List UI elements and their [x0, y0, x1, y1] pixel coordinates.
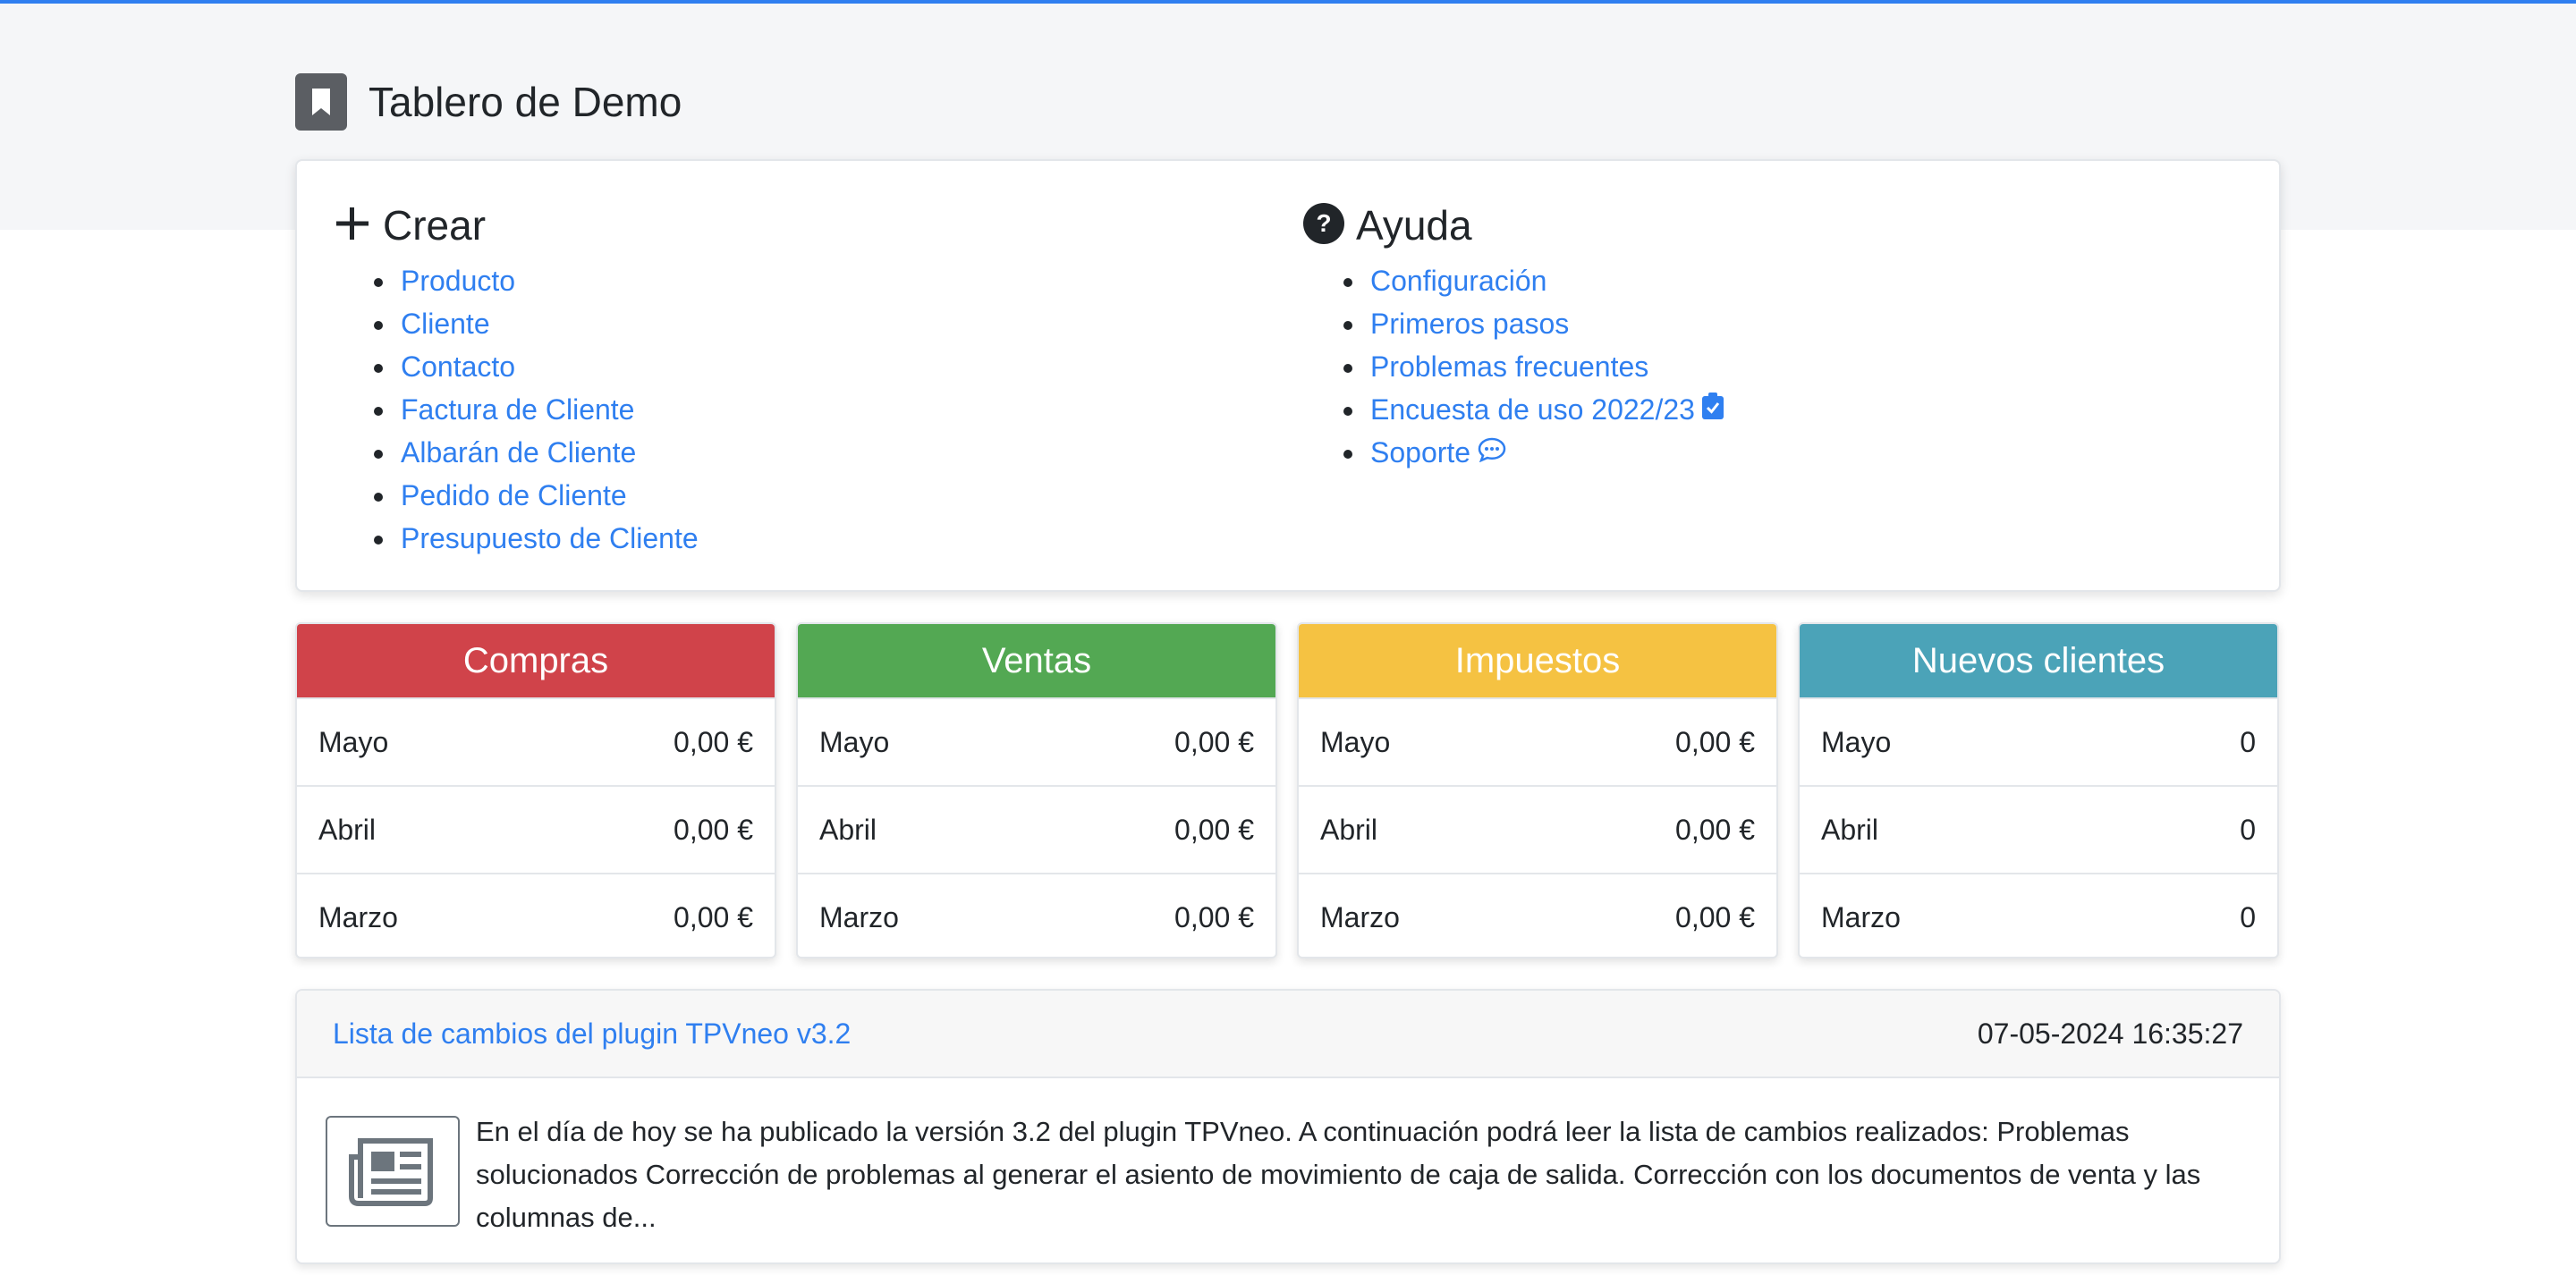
count-value: 0 — [2240, 900, 2256, 933]
ayuda-title: Ayuda — [1356, 202, 1472, 249]
list-item: Contacto — [374, 345, 699, 388]
page-header: Tablero de Demo — [295, 73, 682, 131]
month-label: Mayo — [819, 725, 890, 758]
quick-links-card: Crear Producto Cliente Contacto Factura … — [295, 159, 2281, 592]
newspaper-icon — [326, 1116, 460, 1227]
list-item: Problemas frecuentes — [1343, 345, 1724, 388]
link-producto[interactable]: Producto — [401, 265, 515, 297]
link-presupuesto-cliente[interactable]: Presupuesto de Cliente — [401, 522, 699, 554]
table-row: Mayo 0,00 € — [1299, 697, 1776, 785]
table-row: Abril 0,00 € — [297, 785, 775, 873]
list-item: Configuración — [1343, 259, 1724, 302]
link-problemas-frecuentes[interactable]: Problemas frecuentes — [1370, 350, 1648, 383]
crear-list: Producto Cliente Contacto Factura de Cli… — [333, 259, 699, 560]
month-label: Abril — [318, 813, 377, 846]
ayuda-section: ? Ayuda Configuración Primeros pasos Pro… — [1302, 200, 1724, 474]
list-item: Cliente — [374, 302, 699, 345]
crear-section: Crear Producto Cliente Contacto Factura … — [333, 200, 699, 560]
ayuda-header: ? Ayuda — [1302, 200, 1724, 250]
news-card: Lista de cambios del plugin TPVneo v3.2 … — [295, 989, 2281, 1264]
list-item: Soporte — [1343, 431, 1724, 474]
nuevos-clientes-card: Nuevos clientes Mayo 0 Abril 0 Marzo 0 — [1798, 622, 2279, 958]
link-primeros-pasos[interactable]: Primeros pasos — [1370, 308, 1569, 340]
list-item: Encuesta de uso 2022/23 — [1343, 388, 1724, 431]
link-soporte[interactable]: Soporte — [1370, 436, 1506, 469]
link-albaran-cliente[interactable]: Albarán de Cliente — [401, 436, 636, 469]
amount-value: 0,00 € — [674, 900, 753, 933]
count-value: 0 — [2240, 813, 2256, 846]
plus-icon — [333, 204, 372, 248]
table-row: Abril 0,00 € — [798, 785, 1275, 873]
link-factura-cliente[interactable]: Factura de Cliente — [401, 393, 634, 426]
crear-header: Crear — [333, 200, 699, 250]
month-label: Abril — [1320, 813, 1378, 846]
question-circle-icon: ? — [1302, 202, 1345, 249]
table-row: Mayo 0,00 € — [798, 697, 1275, 785]
month-label: Marzo — [819, 900, 899, 933]
link-contacto[interactable]: Contacto — [401, 350, 515, 383]
compras-card: Compras Mayo 0,00 € Abril 0,00 € Marzo 0,00… — [295, 622, 776, 958]
news-title-link[interactable]: Lista de cambios del plugin TPVneo v3.2 — [333, 1017, 851, 1051]
list-item: Primeros pasos — [1343, 302, 1724, 345]
clipboard-check-icon — [1701, 388, 1724, 431]
amount-value: 0,00 € — [1174, 900, 1254, 933]
table-row: Mayo 0,00 € — [297, 697, 775, 785]
impuestos-header: Impuestos — [1299, 624, 1776, 697]
table-row: Mayo 0 — [1800, 697, 2277, 785]
month-label: Mayo — [1320, 725, 1391, 758]
link-cliente[interactable]: Cliente — [401, 308, 490, 340]
month-label: Mayo — [318, 725, 389, 758]
amount-value: 0,00 € — [1675, 725, 1755, 758]
link-configuracion[interactable]: Configuración — [1370, 265, 1546, 297]
list-item: Pedido de Cliente — [374, 474, 699, 517]
bookmark-icon — [295, 73, 347, 131]
amount-value: 0,00 € — [1174, 813, 1254, 846]
ayuda-list: Configuración Primeros pasos Problemas f… — [1302, 259, 1724, 474]
month-label: Marzo — [1821, 900, 1901, 933]
svg-text:?: ? — [1316, 209, 1331, 237]
month-label: Mayo — [1821, 725, 1892, 758]
list-item: Albarán de Cliente — [374, 431, 699, 474]
compras-header: Compras — [297, 624, 775, 697]
table-row: Marzo 0,00 € — [297, 873, 775, 957]
news-body: En el día de hoy se ha publicado la vers… — [297, 1078, 2279, 1239]
link-soporte-label: Soporte — [1370, 436, 1471, 469]
month-label: Marzo — [1320, 900, 1400, 933]
amount-value: 0,00 € — [1675, 813, 1755, 846]
news-header: Lista de cambios del plugin TPVneo v3.2 … — [297, 991, 2279, 1078]
amount-value: 0,00 € — [674, 813, 753, 846]
table-row: Abril 0,00 € — [1299, 785, 1776, 873]
amount-value: 0,00 € — [1174, 725, 1254, 758]
page-title: Tablero de Demo — [369, 79, 682, 125]
chat-bubble-icon — [1478, 431, 1506, 474]
month-label: Abril — [819, 813, 877, 846]
news-excerpt: En el día de hoy se ha publicado la vers… — [476, 1116, 2201, 1233]
list-item: Producto — [374, 259, 699, 302]
table-row: Abril 0 — [1800, 785, 2277, 873]
month-label: Marzo — [318, 900, 398, 933]
ventas-card: Ventas Mayo 0,00 € Abril 0,00 € Marzo 0,00 … — [796, 622, 1277, 958]
table-row: Marzo 0,00 € — [798, 873, 1275, 957]
link-pedido-cliente[interactable]: Pedido de Cliente — [401, 479, 627, 511]
link-encuesta[interactable]: Encuesta de uso 2022/23 — [1370, 392, 1724, 426]
nuevos-clientes-header: Nuevos clientes — [1800, 624, 2277, 697]
ventas-header: Ventas — [798, 624, 1275, 697]
list-item: Presupuesto de Cliente — [374, 517, 699, 560]
amount-value: 0,00 € — [1675, 900, 1755, 933]
table-row: Marzo 0 — [1800, 873, 2277, 957]
month-label: Abril — [1821, 813, 1879, 846]
crear-title: Crear — [383, 202, 487, 249]
table-row: Marzo 0,00 € — [1299, 873, 1776, 957]
list-item: Factura de Cliente — [374, 388, 699, 431]
impuestos-card: Impuestos Mayo 0,00 € Abril 0,00 € Marzo 0,… — [1297, 622, 1778, 958]
amount-value: 0,00 € — [674, 725, 753, 758]
count-value: 0 — [2240, 725, 2256, 758]
news-datetime: 07-05-2024 16:35:27 — [1977, 1017, 2243, 1050]
link-encuesta-label: Encuesta de uso 2022/23 — [1370, 393, 1695, 426]
